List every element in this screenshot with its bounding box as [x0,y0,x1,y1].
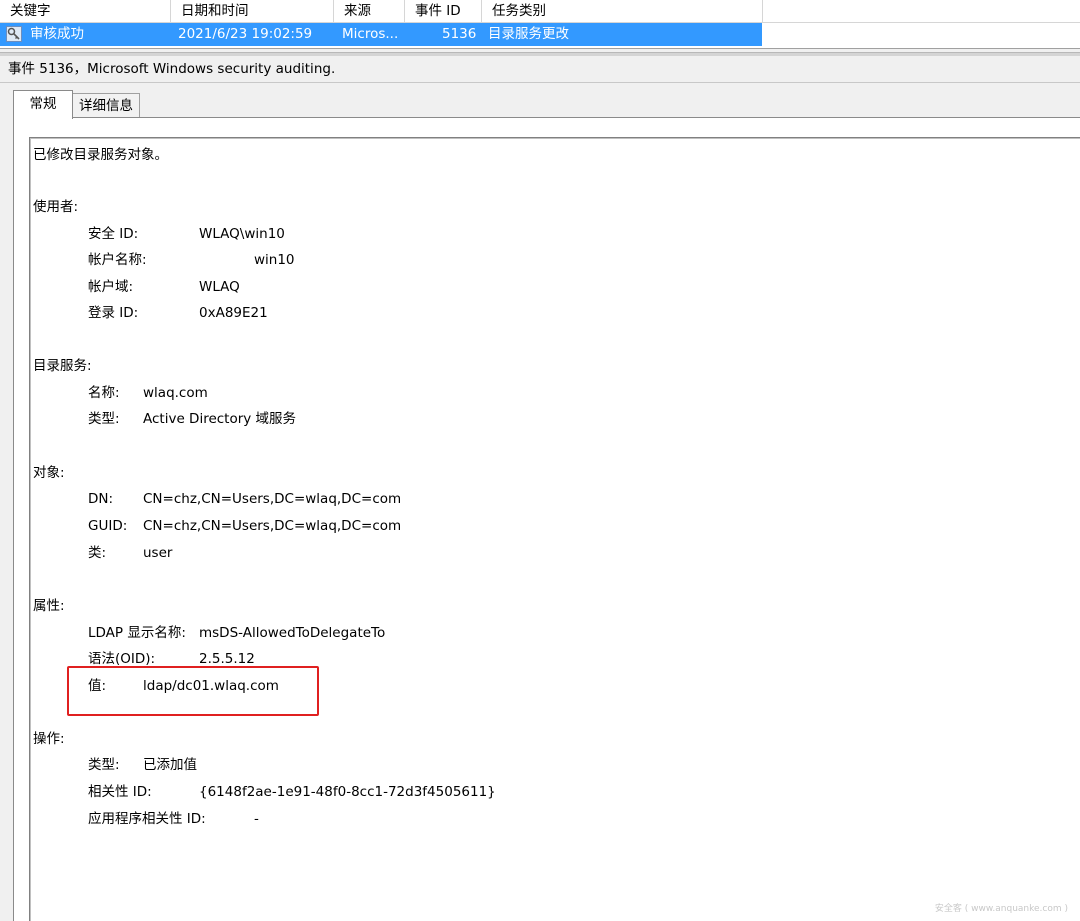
highlight-box [67,666,319,716]
operation-type-value: 已添加值 [143,757,197,773]
ldap-display-name-value: msDS-AllowedToDelegateTo [199,625,386,641]
correlation-id-label: 相关性 ID: [88,784,152,800]
column-header-source[interactable]: 来源 [334,0,405,23]
event-title: 事件 5136，Microsoft Windows security audit… [8,61,336,77]
row-datetime: 2021/6/23 19:02:59 [178,26,313,42]
account-domain-label: 帐户域: [88,279,134,295]
tab-general[interactable]: 常规 [13,90,73,119]
attribute-heading: 属性: [33,598,65,614]
row-source: Micros... [342,26,399,42]
event-list-grid: 关键字 日期和时间 来源 事件 ID 任务类别 审核成功 2021/6/23 1… [0,0,1080,49]
logon-id-value: 0xA89E21 [199,305,268,321]
column-header-filler [763,0,1080,23]
ds-name-label: 名称: [88,385,120,401]
security-id-label: 安全 ID: [88,226,139,242]
object-dn-value: CN=chz,CN=Users,DC=wlaq,DC=com [143,491,402,507]
row-keyword: 审核成功 [30,26,84,42]
key-icon [6,26,22,42]
subject-heading: 使用者: [33,199,79,215]
tab-details[interactable]: 详细信息 [72,93,140,118]
object-guid-label: GUID: [88,518,128,534]
app-correlation-id-label: 应用程序相关性 ID: [88,811,206,827]
object-heading: 对象: [33,465,65,481]
object-guid-value: CN=chz,CN=Users,DC=wlaq,DC=com [143,518,402,534]
object-dn-label: DN: [88,491,114,507]
column-header-keyword[interactable]: 关键字 [0,0,171,23]
ds-name-value: wlaq.com [143,385,208,401]
operation-type-label: 类型: [88,757,120,773]
security-id-value: WLAQ\win10 [199,226,285,242]
title-divider [0,82,1080,83]
ldap-display-name-label: LDAP 显示名称: [88,625,186,641]
column-header-task-category[interactable]: 任务类别 [482,0,763,23]
account-domain-value: WLAQ [199,279,240,295]
account-name-value: win10 [254,252,295,268]
object-class-value: user [143,545,173,561]
app-correlation-id-value: - [254,811,259,827]
directory-service-heading: 目录服务: [33,358,92,374]
object-class-label: 类: [88,545,107,561]
watermark: 安全客 ( www.anquanke.com ) [934,904,1068,914]
row-task-category: 目录服务更改 [488,26,569,42]
correlation-id-value: {6148f2ae-1e91-48f0-8cc1-72d3f4505611} [199,784,496,800]
event-row-selected[interactable]: 审核成功 2021/6/23 19:02:59 Micros... 5136 目… [0,23,762,46]
operation-heading: 操作: [33,731,65,747]
ds-type-label: 类型: [88,411,120,427]
pane-splitter[interactable] [0,52,1080,56]
logon-id-label: 登录 ID: [88,305,139,321]
column-header-datetime[interactable]: 日期和时间 [171,0,334,23]
column-header-event-id[interactable]: 事件 ID [405,0,482,23]
message-intro: 已修改目录服务对象。 [33,147,168,163]
ds-type-value: Active Directory 域服务 [143,411,297,427]
event-message-box[interactable]: 已修改目录服务对象。 使用者: 安全 ID: WLAQ\win10 帐户名称: … [29,137,1080,921]
row-event-id: 5136 [442,26,477,42]
account-name-label: 帐户名称: [88,252,147,268]
